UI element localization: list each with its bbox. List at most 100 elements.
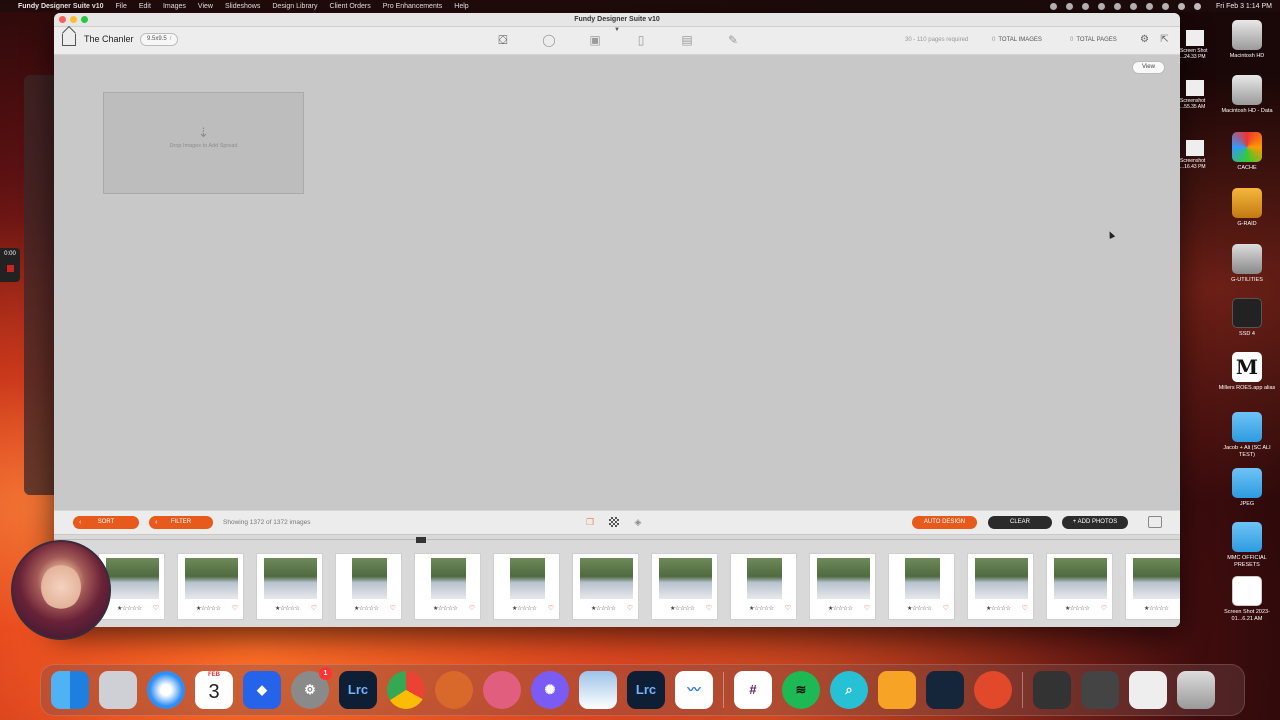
star-rating[interactable]: ★☆☆☆☆ (828, 605, 853, 612)
minimized-window-thumb[interactable] (1129, 671, 1167, 709)
calendar-icon[interactable]: FEB 3 (195, 671, 233, 709)
heart-icon[interactable]: ♡ (1101, 604, 1107, 612)
menu-client-orders[interactable]: Client Orders (330, 3, 371, 10)
stack-view-icon[interactable]: ❐ (585, 517, 595, 527)
star-rating[interactable]: ★☆☆☆☆ (275, 605, 300, 612)
wall-art-icon[interactable]: ▣ (586, 33, 604, 47)
heart-icon[interactable]: ♡ (706, 604, 712, 612)
desktop-icon-macintosh-hd-data[interactable]: Macintosh HD - Data (1216, 75, 1278, 115)
control-center-icon[interactable] (1193, 2, 1201, 10)
stop-recording-icon[interactable] (6, 265, 14, 272)
minimized-window-thumb[interactable] (1033, 671, 1071, 709)
drop-spread-zone[interactable]: ⇣ Drop Images to Add Spread (103, 92, 304, 194)
wifi-icon[interactable] (1161, 2, 1169, 10)
desktop-icon-macintosh-hd[interactable]: Macintosh HD (1216, 20, 1278, 60)
launchpad-icon[interactable] (99, 671, 137, 709)
dropbox-tray-icon[interactable] (1081, 2, 1089, 10)
drive-tray-icon[interactable] (1113, 2, 1121, 10)
layers-view-icon[interactable]: ◈ (633, 517, 643, 527)
menu-images[interactable]: Images (163, 3, 186, 10)
auto-design-button[interactable]: AUTO DESIGN (912, 516, 977, 529)
clear-button[interactable]: CLEAR (988, 516, 1052, 529)
tasks-icon[interactable] (878, 671, 916, 709)
menu-edit[interactable]: Edit (139, 3, 151, 10)
image-thumbnail[interactable]: ★☆☆☆☆♡ (493, 553, 560, 620)
image-thumbnail[interactable]: ★☆☆☆☆♡ (1125, 553, 1180, 620)
heart-icon[interactable]: ♡ (153, 604, 159, 612)
menu-view[interactable]: View (198, 3, 213, 10)
desktop-icon-mmc-presets[interactable]: MMC OFFICIAL PRESETS (1216, 522, 1278, 569)
gear-tray-icon[interactable] (1097, 2, 1105, 10)
fundy-icon[interactable] (435, 671, 473, 709)
fundy-v10-icon[interactable] (974, 671, 1012, 709)
filmstrip-scroll-track[interactable] (54, 539, 1180, 540)
trash-icon[interactable] (1177, 671, 1215, 709)
menubar-clock[interactable]: Fri Feb 3 1:14 PM (1216, 3, 1272, 10)
recording-timer[interactable]: 0:00 (0, 248, 20, 282)
lightroom-classic-icon[interactable]: Lrc (339, 671, 377, 709)
slack-icon[interactable]: # (734, 671, 772, 709)
dropbox-icon[interactable]: ◆ (243, 671, 281, 709)
image-thumbnail[interactable]: ★☆☆☆☆ ♡ (335, 553, 402, 620)
zoom-window-icon[interactable] (81, 16, 88, 23)
image-thumbnail[interactable]: ★☆☆☆☆ ♡ (1046, 553, 1113, 620)
image-thumbnail[interactable]: ★☆☆☆☆ ♡ (572, 553, 639, 620)
minimize-window-icon[interactable] (70, 16, 77, 23)
desktop-screenshot-partial[interactable]: Screenshot ...16.43 PM (1180, 140, 1220, 170)
desktop-icon-screenshot[interactable]: Screen Shot 2023-01...6.21 AM (1216, 576, 1278, 623)
menu-slideshows[interactable]: Slideshows (225, 3, 260, 10)
close-window-icon[interactable] (59, 16, 66, 23)
heart-icon[interactable]: ♡ (311, 604, 317, 612)
cards-icon[interactable]: ▯ (632, 33, 650, 47)
slideshow-icon[interactable]: ▤ (678, 33, 696, 47)
album-size-selector[interactable]: 9.5x9.5/ (140, 33, 179, 46)
heart-icon[interactable]: ♡ (1022, 604, 1028, 612)
heart-icon[interactable]: ♡ (232, 604, 238, 612)
sort-button[interactable]: ‹ SORT (73, 516, 139, 529)
desktop-screenshot-partial[interactable]: Screen Shot ...24.33 PM (1180, 30, 1220, 60)
photo-app-icon[interactable] (579, 671, 617, 709)
view-button[interactable]: View (1132, 61, 1165, 74)
heart-icon[interactable]: ♡ (469, 604, 475, 612)
design-canvas[interactable]: View ⇣ Drop Images to Add Spread (54, 56, 1180, 510)
retouch-icon[interactable]: ✎ (724, 33, 742, 47)
perplexity-icon[interactable]: ✺ (531, 671, 569, 709)
spotlight-icon[interactable] (1177, 2, 1185, 10)
recording-icon[interactable] (1065, 2, 1073, 10)
star-rating[interactable]: ★☆☆☆☆ (1065, 605, 1090, 612)
settings-icon[interactable]: ⚙ (1139, 34, 1150, 45)
star-rating[interactable]: ★☆☆☆☆ (354, 605, 379, 612)
filter-button[interactable]: ‹ FILTER (149, 516, 213, 529)
desktop-icon-g-utilities[interactable]: G-UTILITIES (1216, 244, 1278, 284)
star-rating[interactable]: ★☆☆☆☆ (670, 605, 695, 612)
heart-icon[interactable]: ♡ (627, 604, 633, 612)
toggl-icon[interactable] (483, 671, 521, 709)
image-thumbnail[interactable]: ★☆☆☆☆♡ (177, 553, 244, 620)
desktop-icon-jpeg[interactable]: JPEG (1216, 468, 1278, 508)
grid-view-icon[interactable] (609, 517, 619, 527)
system-settings-icon[interactable]: ⚙ 1 (291, 667, 332, 709)
chrome-icon[interactable] (387, 671, 425, 709)
expand-browser-icon[interactable] (1148, 516, 1162, 528)
star-rating[interactable]: ★☆☆☆☆ (749, 605, 774, 612)
dashlane-icon[interactable] (926, 671, 964, 709)
album-design-icon[interactable]: ⛋ (494, 33, 512, 47)
heart-icon[interactable]: ♡ (864, 604, 870, 612)
desktop-icon-g-raid[interactable]: G-RAID (1216, 188, 1278, 228)
home-icon[interactable] (62, 34, 76, 46)
star-rating[interactable]: ★☆☆☆☆ (591, 605, 616, 612)
desktop-screenshot-partial[interactable]: Screenshot ...55.35 AM (1180, 80, 1220, 110)
star-rating[interactable]: ★☆☆☆☆ (986, 605, 1011, 612)
star-rating[interactable]: ★☆☆☆☆ (117, 605, 142, 612)
export-icon[interactable]: ⇱ (1159, 34, 1170, 45)
filmstrip-scroll-thumb[interactable] (416, 537, 426, 543)
image-thumbnail[interactable]: ★☆☆☆☆♡ (888, 553, 955, 620)
desktop-icon-millers-roes[interactable]: M Millers ROES.app alias (1216, 352, 1278, 392)
heart-icon[interactable]: ♡ (943, 604, 949, 612)
image-thumbnail[interactable]: ★☆☆☆☆ ♡ (651, 553, 718, 620)
heart-icon[interactable]: ♡ (548, 604, 554, 612)
star-rating[interactable]: ★☆☆☆☆ (433, 605, 458, 612)
menu-design-library[interactable]: Design Library (272, 3, 317, 10)
heart-icon[interactable]: ♡ (390, 604, 396, 612)
desktop-icon-jacob-ali[interactable]: Jacob + Ali (SC ALI TEST) (1216, 412, 1278, 459)
